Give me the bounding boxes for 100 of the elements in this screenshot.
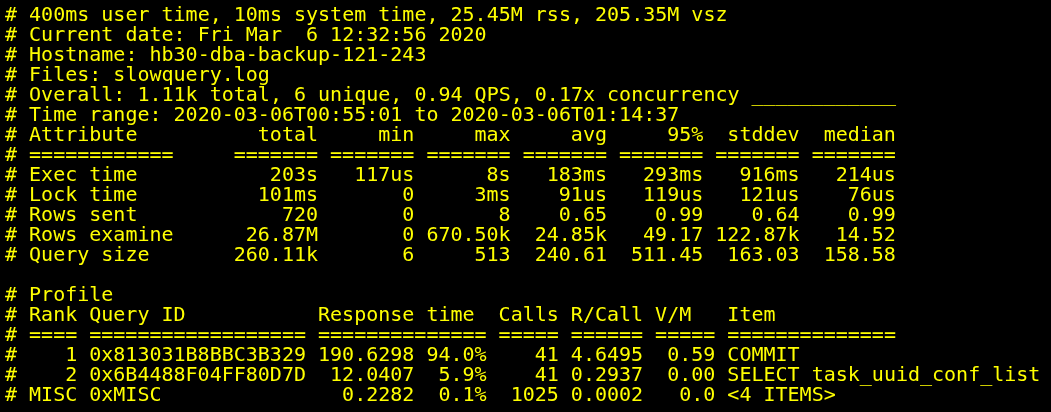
- table-cell-text: 0.65: [557, 204, 607, 224]
- rule-text: =======: [233, 144, 319, 164]
- table-cell-text: 14.52: [834, 224, 896, 244]
- table-cell-text: 158.58: [822, 244, 896, 264]
- output-line: # 400ms user time, 10ms system time, 25.45M rss, 205.35M vsz: [5, 2, 728, 26]
- table-cell-text: 511.45: [630, 244, 704, 264]
- column-header: median: [822, 124, 896, 144]
- table-cell-text: 214us: [834, 164, 896, 184]
- section-title: # Profile: [5, 282, 114, 306]
- table-cell: 0.2937: [570, 364, 644, 384]
- table-cell: 122.87k: [715, 224, 800, 244]
- table-cell-text: 513: [473, 244, 511, 264]
- table-cell: 0x6B4488F04FF80D7D: [89, 364, 306, 384]
- table-cell: <4 ITEMS>: [727, 384, 836, 404]
- comment-marker: #: [5, 344, 18, 364]
- comment-marker: #: [5, 224, 18, 244]
- rule-text: =======: [715, 144, 800, 164]
- table-cell-text: 101ms: [256, 184, 319, 204]
- table-cell-text: 3ms: [473, 184, 511, 204]
- column-header: stddev: [726, 124, 800, 144]
- table-cell-text: 720: [280, 204, 319, 224]
- rule-text: ====: [29, 324, 78, 344]
- table-cell: 190.6298: [318, 344, 415, 364]
- table-cell: COMMIT: [727, 344, 800, 364]
- column-header: avg: [569, 124, 607, 144]
- column-header: Response time: [318, 304, 476, 324]
- rule-text: ============: [29, 144, 175, 164]
- table-cell-text: 0: [401, 184, 415, 204]
- column-header: V/M: [655, 304, 693, 324]
- table-cell-text: 0.2282: [341, 384, 415, 404]
- table-cell-text: 0.0: [678, 384, 716, 404]
- comment-marker: #: [5, 204, 18, 224]
- table-cell-text: 41: [533, 364, 559, 384]
- table-cell: SELECT task_uuid_conf_list: [727, 364, 1041, 384]
- comment-marker: #: [5, 164, 18, 184]
- table-cell-text: 0: [401, 224, 415, 244]
- table-cell-text: 24.85k: [533, 224, 607, 244]
- comment-marker: #: [5, 144, 18, 164]
- rule-text: ======: [570, 324, 644, 344]
- table-cell-text: 0.1%: [437, 384, 487, 404]
- table-cell-text: Query size: [29, 244, 151, 264]
- column-header: Rank: [29, 304, 78, 324]
- rule-text: =====: [498, 324, 559, 344]
- table-cell: 0.0002: [570, 384, 644, 404]
- table-cell-text: 0.64: [750, 204, 800, 224]
- table-cell-text: 6: [401, 244, 415, 264]
- comment-marker: #: [5, 244, 18, 264]
- comment-marker: #: [5, 304, 18, 324]
- column-header: 95%: [666, 124, 704, 144]
- table-cell-text: 0: [401, 204, 415, 224]
- table-cell-text: 916ms: [738, 164, 800, 184]
- column-header: Query ID: [89, 304, 187, 324]
- table-cell-text: 0.59: [666, 344, 716, 364]
- table-cell: 4.6495: [570, 344, 644, 364]
- table-cell-text: 26.87M: [244, 224, 319, 244]
- column-header: Item: [727, 304, 776, 324]
- column-header: total: [256, 124, 319, 144]
- table-cell: MISC: [29, 384, 78, 404]
- table-cell-text: 91us: [557, 184, 607, 204]
- table-cell-text: 0.99: [846, 204, 896, 224]
- table-cell-text: 121us: [738, 184, 800, 204]
- comment-marker: #: [5, 364, 18, 384]
- rule-text: =======: [522, 144, 607, 164]
- table-cell-text: 12.0407: [329, 364, 415, 384]
- comment-marker: #: [5, 184, 18, 204]
- table-cell: 260.11k: [233, 244, 319, 264]
- table-cell-text: Exec time: [29, 164, 139, 184]
- comment-marker: #: [5, 384, 18, 404]
- table-cell-text: 0.99: [654, 204, 704, 224]
- rule-text: ==============: [318, 324, 487, 344]
- table-cell-text: 1: [64, 344, 78, 364]
- rule-text: =======: [330, 144, 415, 164]
- table-cell-text: 163.03: [726, 244, 800, 264]
- table-cell-text: 76us: [846, 184, 896, 204]
- rule-text: ==================: [89, 324, 306, 344]
- table-cell-text: 8: [497, 204, 511, 224]
- table-cell-text: 49.17: [642, 224, 704, 244]
- rule-text: =======: [619, 144, 704, 164]
- table-cell-text: Rows examine: [29, 224, 175, 244]
- table-cell: 0x813031B8BBC3B329: [89, 344, 306, 364]
- table-cell-text: 5.9%: [437, 364, 487, 384]
- table-cell: 670.50k: [426, 224, 511, 244]
- column-header: max: [473, 124, 511, 144]
- comment-marker: #: [5, 324, 18, 344]
- column-header: Attribute: [29, 124, 138, 144]
- rule-text: ==============: [727, 324, 896, 344]
- column-header: Calls: [498, 304, 559, 324]
- rule-text: =======: [811, 144, 896, 164]
- table-cell-text: 41: [533, 344, 559, 364]
- table-cell-text: 0.00: [666, 364, 716, 384]
- rule-text: =====: [655, 324, 716, 344]
- table-cell-text: 240.61: [533, 244, 607, 264]
- table-cell-text: 117us: [353, 164, 415, 184]
- table-cell-text: 2: [64, 364, 78, 384]
- column-header: min: [377, 124, 415, 144]
- table-cell: 94.0%: [426, 344, 487, 364]
- table-cell-text: 0xMISC: [89, 384, 163, 404]
- table-cell-text: Lock time: [29, 184, 139, 204]
- rule-text: =======: [426, 144, 511, 164]
- table-cell-text: 203s: [268, 164, 319, 184]
